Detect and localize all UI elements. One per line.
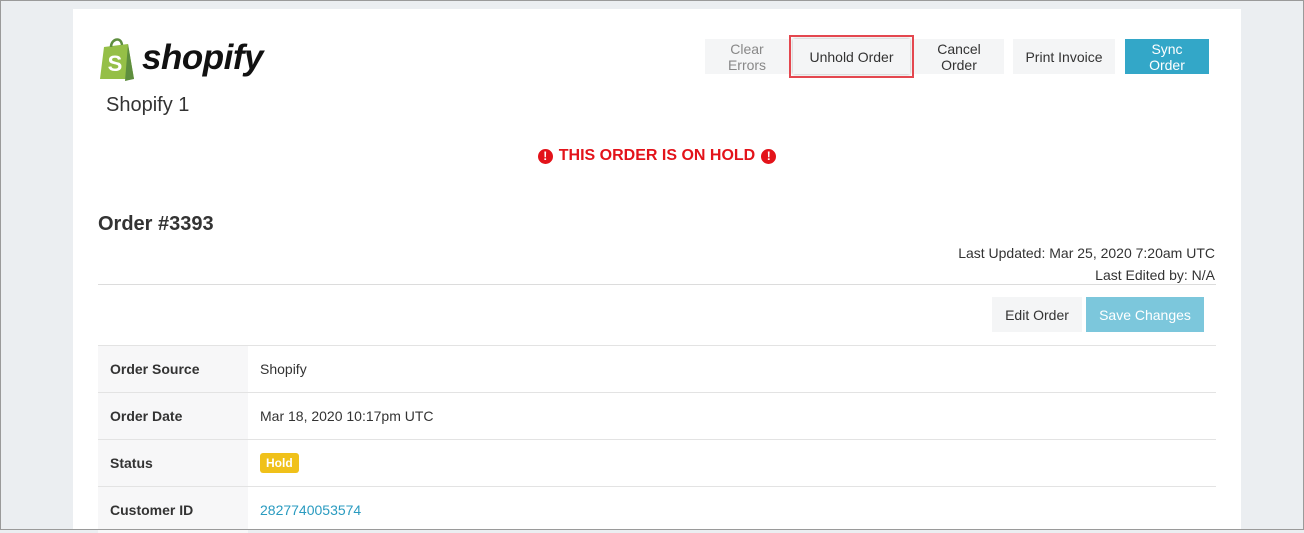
table-row: Order Date Mar 18, 2020 10:17pm UTC (98, 393, 1216, 440)
store-name: Shopify 1 (106, 94, 189, 117)
order-source-label: Order Source (98, 346, 248, 393)
unhold-order-button[interactable]: Unhold Order (793, 39, 910, 74)
svg-text:S: S (108, 51, 123, 76)
divider (98, 284, 1216, 285)
order-title: Order #3393 (98, 213, 214, 236)
customer-id-cell: 2827740053574 (248, 487, 1216, 533)
customer-id-label: Customer ID (98, 487, 248, 533)
hold-warning-banner: ! THIS ORDER IS ON HOLD ! (73, 147, 1241, 165)
exclamation-circle-icon: ! (538, 149, 553, 164)
order-date-value: Mar 18, 2020 10:17pm UTC (248, 393, 1216, 440)
status-label: Status (98, 440, 248, 487)
edit-actions: Edit Order Save Changes (992, 297, 1204, 332)
status-cell: Hold (248, 440, 1216, 487)
customer-id-link[interactable]: 2827740053574 (260, 502, 361, 518)
hold-warning-text: THIS ORDER IS ON HOLD (559, 147, 755, 165)
table-row: Customer ID 2827740053574 (98, 487, 1216, 533)
table-row: Status Hold (98, 440, 1216, 487)
cancel-order-button[interactable]: Cancel Order (914, 39, 1004, 74)
order-meta: Last Updated: Mar 25, 2020 7:20am UTC La… (958, 242, 1215, 286)
order-source-value: Shopify (248, 346, 1216, 393)
sync-order-button[interactable]: Sync Order (1125, 39, 1209, 74)
table-row: Order Source Shopify (98, 346, 1216, 393)
print-invoice-button[interactable]: Print Invoice (1013, 39, 1115, 74)
last-edited-text: Last Edited by: N/A (958, 264, 1215, 286)
clear-errors-button[interactable]: Clear Errors (705, 39, 789, 74)
last-updated-text: Last Updated: Mar 25, 2020 7:20am UTC (958, 242, 1215, 264)
shopify-logo: S shopify (98, 35, 263, 81)
exclamation-circle-icon: ! (761, 149, 776, 164)
save-changes-button[interactable]: Save Changes (1086, 297, 1204, 332)
status-badge: Hold (260, 453, 299, 473)
order-panel: S shopify Shopify 1 Clear Errors Unhold … (73, 9, 1241, 530)
edit-order-button[interactable]: Edit Order (992, 297, 1082, 332)
shopify-wordmark: shopify (142, 38, 263, 78)
shopify-bag-icon: S (98, 35, 138, 81)
order-action-toolbar: Clear Errors Unhold Order Cancel Order P… (705, 39, 1209, 74)
order-details-table: Order Source Shopify Order Date Mar 18, … (98, 345, 1216, 533)
order-date-label: Order Date (98, 393, 248, 440)
